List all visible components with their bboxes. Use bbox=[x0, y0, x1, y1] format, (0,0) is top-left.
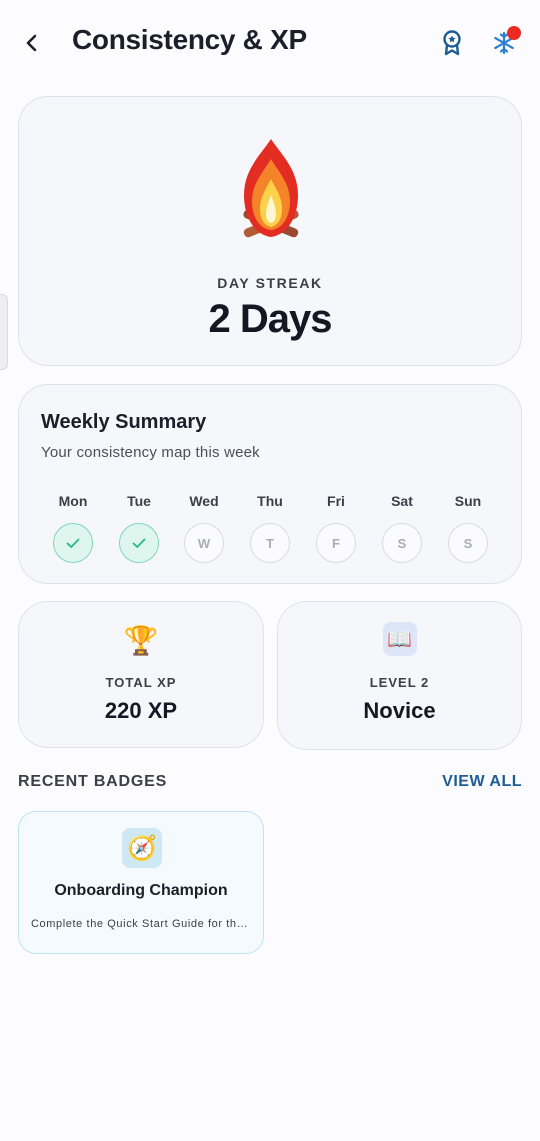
day-fri: Fri F bbox=[316, 491, 356, 563]
day-name: Sun bbox=[454, 493, 482, 509]
notification-dot bbox=[507, 26, 521, 40]
day-sat: Sat S bbox=[382, 491, 422, 563]
top-bar: Consistency & XP bbox=[0, 0, 540, 86]
day-thu: Thu T bbox=[250, 491, 290, 563]
badge-card[interactable]: 🧭 Onboarding Champion Complete the Quick… bbox=[18, 811, 264, 954]
campfire-icon bbox=[243, 139, 299, 238]
streak-freeze-button[interactable] bbox=[489, 26, 521, 58]
day-sun: Sun S bbox=[448, 491, 488, 563]
recent-badges-title: RECENT BADGES bbox=[18, 773, 168, 790]
compass-icon: 🧭 bbox=[122, 828, 162, 868]
chevron-left-icon bbox=[26, 34, 37, 52]
day-name: Fri bbox=[327, 493, 345, 509]
total-xp-value: 220 XP bbox=[104, 698, 178, 723]
day-name: Sat bbox=[391, 493, 413, 509]
level-label: LEVEL 2 bbox=[369, 675, 430, 690]
weekly-summary-subtitle: Your consistency map this week bbox=[41, 444, 260, 461]
day-name: Wed bbox=[189, 493, 219, 509]
day-name: Tue bbox=[127, 493, 151, 509]
badges-button[interactable] bbox=[437, 28, 467, 58]
day-status-pending: F bbox=[316, 523, 356, 563]
day-tue: Tue bbox=[119, 491, 159, 563]
day-status-pending: S bbox=[382, 523, 422, 563]
badge-description: Complete the Quick Start Guide for the .… bbox=[31, 918, 253, 930]
day-mon: Mon bbox=[53, 491, 93, 563]
day-wed: Wed W bbox=[184, 491, 224, 563]
award-ribbon-icon bbox=[443, 30, 461, 56]
back-button[interactable] bbox=[16, 26, 48, 60]
day-status-done bbox=[53, 523, 93, 563]
book-icon: 📖 bbox=[382, 622, 417, 656]
day-status-pending: S bbox=[448, 523, 488, 563]
day-status-done bbox=[119, 523, 159, 563]
weekly-summary-title: Weekly Summary bbox=[41, 411, 207, 433]
day-name: Mon bbox=[58, 493, 88, 509]
total-xp-card: 🏆 TOTAL XP 220 XP bbox=[18, 601, 264, 748]
streak-label: DAY STREAK bbox=[217, 275, 323, 291]
check-icon bbox=[132, 538, 146, 548]
trophy-icon: 🏆 bbox=[123, 624, 159, 656]
day-status-pending: W bbox=[184, 523, 224, 563]
level-card: 📖 LEVEL 2 Novice bbox=[277, 601, 522, 750]
page-title: Consistency & XP bbox=[72, 24, 307, 55]
streak-card: DAY STREAK 2 Days bbox=[18, 96, 522, 366]
weekly-summary-card: Weekly Summary Your consistency map this… bbox=[18, 384, 522, 584]
day-name: Thu bbox=[257, 493, 283, 509]
side-drawer-handle[interactable] bbox=[0, 294, 8, 370]
day-status-pending: T bbox=[250, 523, 290, 563]
view-all-link[interactable]: VIEW ALL bbox=[442, 773, 522, 791]
badge-name: Onboarding Champion bbox=[54, 882, 228, 899]
total-xp-label: TOTAL XP bbox=[105, 675, 177, 690]
streak-value: 2 Days bbox=[208, 297, 333, 341]
level-value: Novice bbox=[363, 698, 436, 723]
check-icon bbox=[66, 538, 80, 548]
